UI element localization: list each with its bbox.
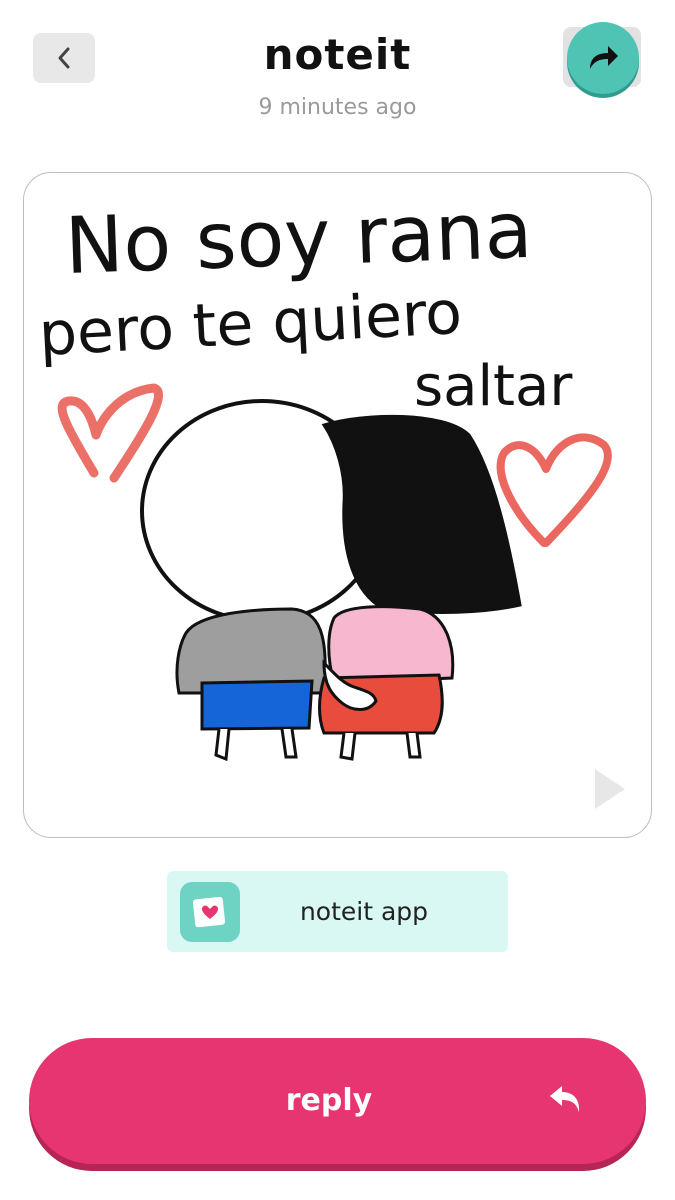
timestamp: 9 minutes ago: [258, 95, 417, 120]
note-text-line-1: No soy rana: [64, 186, 534, 292]
noteit-app-chip[interactable]: noteit app: [167, 871, 508, 952]
play-icon[interactable]: [589, 765, 629, 813]
app-chip-label: noteit app: [299, 897, 429, 926]
share-forward-icon: [590, 46, 618, 69]
reply-button[interactable]: reply: [29, 1038, 646, 1164]
reply-label: reply: [285, 1083, 373, 1118]
note-card[interactable]: No soy rana pero te quiero saltar: [23, 172, 652, 838]
left-heart: [57, 383, 163, 483]
note-text-line-2: pero te quiero: [37, 278, 463, 370]
noteit-app-icon: [180, 881, 240, 942]
note-text-line-3: saltar: [414, 354, 573, 419]
girl-shirt: [327, 605, 455, 685]
share-button[interactable]: [567, 22, 639, 94]
boy-shorts: [200, 679, 314, 731]
reply-arrow-icon: [550, 1086, 580, 1112]
right-heart: [496, 433, 612, 547]
note-drawing: No soy rana pero te quiero saltar: [37, 186, 612, 762]
